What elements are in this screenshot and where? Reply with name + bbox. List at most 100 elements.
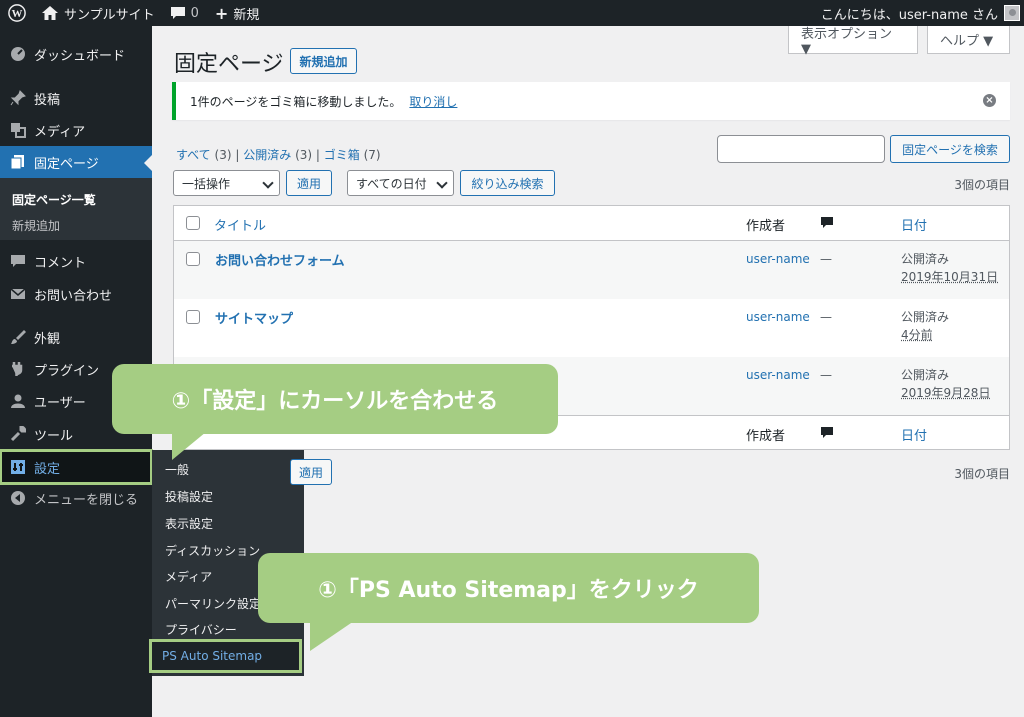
apply-button-bottom[interactable]: 適用 <box>290 459 332 485</box>
greeting: こんにちは、user-name さん <box>820 7 998 23</box>
filter-button[interactable]: 絞り込み検索 <box>460 170 555 196</box>
page-title-link[interactable]: サイトマップ <box>215 308 293 327</box>
page-icon <box>9 153 27 171</box>
notice-trashed: 1件のページをゴミ箱に移動しました。 取り消し × <box>172 82 1010 120</box>
view-published-count: (3) <box>295 148 313 162</box>
comment-bubble-icon <box>170 6 185 20</box>
help-button[interactable]: ヘルプ ▼ <box>927 26 1010 54</box>
view-trash-count: (7) <box>363 148 381 162</box>
plus-icon: + <box>214 3 229 23</box>
date-filter-select[interactable]: すべての日付 <box>347 170 454 196</box>
menu-label: ユーザー <box>34 395 86 411</box>
menu-posts[interactable]: 投稿 <box>0 82 152 114</box>
flyout-permalinks[interactable]: パーマリンク設定 <box>165 595 261 612</box>
flyout-ps-auto-sitemap[interactable]: PS Auto Sitemap <box>149 639 302 673</box>
pages-submenu: 固定ページ一覧 新規追加 <box>0 178 152 240</box>
separator: | <box>315 148 320 162</box>
chevron-down-icon <box>436 177 448 189</box>
menu-settings[interactable]: 設定 <box>0 449 153 485</box>
author-link[interactable]: user-name <box>746 310 810 324</box>
status: 公開済み <box>901 368 950 382</box>
flyout-general[interactable]: 一般 <box>165 461 189 478</box>
menu-media[interactable]: メディア <box>0 114 152 146</box>
comments-link[interactable]: 0 <box>163 0 207 26</box>
comments-value: — <box>820 368 832 382</box>
undo-link[interactable]: 取り消し <box>409 93 457 110</box>
dismiss-icon[interactable]: × <box>983 94 996 107</box>
comment-column-icon[interactable] <box>820 426 834 444</box>
flyout-discussion[interactable]: ディスカッション <box>165 542 260 559</box>
column-title[interactable]: タイトル <box>214 215 266 234</box>
search-pages-button[interactable]: 固定ページを検索 <box>890 135 1010 163</box>
column-author: 作成者 <box>746 219 786 234</box>
new-content-link[interactable]: + 新規 <box>207 0 267 26</box>
flyout-privacy[interactable]: プライバシー <box>165 621 237 638</box>
status: 公開済み <box>901 310 950 324</box>
bulk-action-select[interactable]: 一括操作 <box>173 170 280 196</box>
author-link[interactable]: user-name <box>746 368 810 382</box>
column-date[interactable]: 日付 <box>901 215 927 234</box>
view-filters: すべて (3) | 公開済み (3) | ゴミ箱 (7) <box>176 146 381 163</box>
page-title-link[interactable]: お問い合わせフォーム <box>215 250 345 269</box>
author-link[interactable]: user-name <box>746 252 810 266</box>
menu-collapse[interactable]: メニューを閉じる <box>0 482 152 514</box>
screen-options-button[interactable]: 表示オプション ▼ <box>788 26 918 57</box>
select-all-checkbox[interactable] <box>186 216 200 230</box>
add-new-button[interactable]: 新規追加 <box>290 48 357 74</box>
collapse-icon <box>9 489 27 507</box>
search-input[interactable] <box>717 135 885 163</box>
menu-pages[interactable]: 固定ページ <box>0 146 152 178</box>
date: 4分前 <box>901 328 933 342</box>
submenu-add-new[interactable]: 新規追加 <box>12 217 60 234</box>
view-trash[interactable]: ゴミ箱 <box>324 148 360 162</box>
callout-hover-settings: ①「設定」にカーソルを合わせる <box>112 364 558 434</box>
menu-label: 設定 <box>34 461 61 477</box>
submenu-all-pages[interactable]: 固定ページ一覧 <box>12 191 96 208</box>
flyout-writing[interactable]: 投稿設定 <box>165 488 213 505</box>
home-icon <box>42 6 58 20</box>
row-checkbox[interactable] <box>186 252 200 266</box>
avatar <box>1004 5 1020 21</box>
flyout-ps-auto-sitemap-label: PS Auto Sitemap <box>162 649 263 663</box>
menu-label: 固定ページ <box>34 156 99 172</box>
comment-column-icon[interactable] <box>820 216 834 234</box>
menu-label: 外観 <box>34 331 61 347</box>
menu-label: 投稿 <box>34 92 61 108</box>
callout-tail <box>310 621 354 651</box>
wordpress-logo-icon[interactable]: W <box>0 0 34 26</box>
flyout-reading[interactable]: 表示設定 <box>165 515 213 532</box>
flyout-media[interactable]: メディア <box>165 568 212 585</box>
wrench-icon <box>9 425 27 443</box>
table-row: お問い合わせフォーム user-name — 公開済み 2019年10月31日 <box>174 241 1009 299</box>
new-label: 新規 <box>233 7 260 23</box>
menu-label: メニューを閉じる <box>34 492 139 508</box>
menu-label: ツール <box>34 428 74 444</box>
comments-value: — <box>820 252 832 266</box>
menu-label: コメント <box>34 255 87 271</box>
view-all[interactable]: すべて <box>176 148 211 162</box>
brush-icon <box>9 328 27 346</box>
svg-text:W: W <box>12 8 23 20</box>
items-count-bottom: 3個の項目 <box>954 467 1010 481</box>
column-date[interactable]: 日付 <box>901 425 927 444</box>
menu-comments[interactable]: コメント <box>0 245 152 277</box>
notice-text: 1件のページをゴミ箱に移動しました。 <box>190 94 402 109</box>
date: 2019年10月31日 <box>901 270 999 284</box>
menu-label: メディア <box>34 124 86 140</box>
status: 公開済み <box>901 252 950 266</box>
items-count: 3個の項目 <box>954 178 1010 192</box>
menu-contact[interactable]: お問い合わせ <box>0 278 152 310</box>
dashboard-icon <box>9 45 27 63</box>
menu-dashboard[interactable]: ダッシュボード <box>0 38 152 70</box>
site-name-link[interactable]: サンプルサイト <box>34 0 163 26</box>
screen-options-label: 表示オプション ▼ <box>801 26 893 57</box>
view-published[interactable]: 公開済み <box>243 148 291 162</box>
view-all-count: (3) <box>214 148 232 162</box>
row-checkbox[interactable] <box>186 310 200 324</box>
table-header: タイトル 作成者 日付 <box>174 206 1009 241</box>
page-title: 固定ページ <box>174 52 284 77</box>
menu-appearance[interactable]: 外観 <box>0 321 152 353</box>
chevron-down-icon <box>262 177 274 189</box>
apply-button[interactable]: 適用 <box>286 170 332 196</box>
callout-click-sitemap: ①「PS Auto Sitemap」をクリック <box>258 553 759 623</box>
